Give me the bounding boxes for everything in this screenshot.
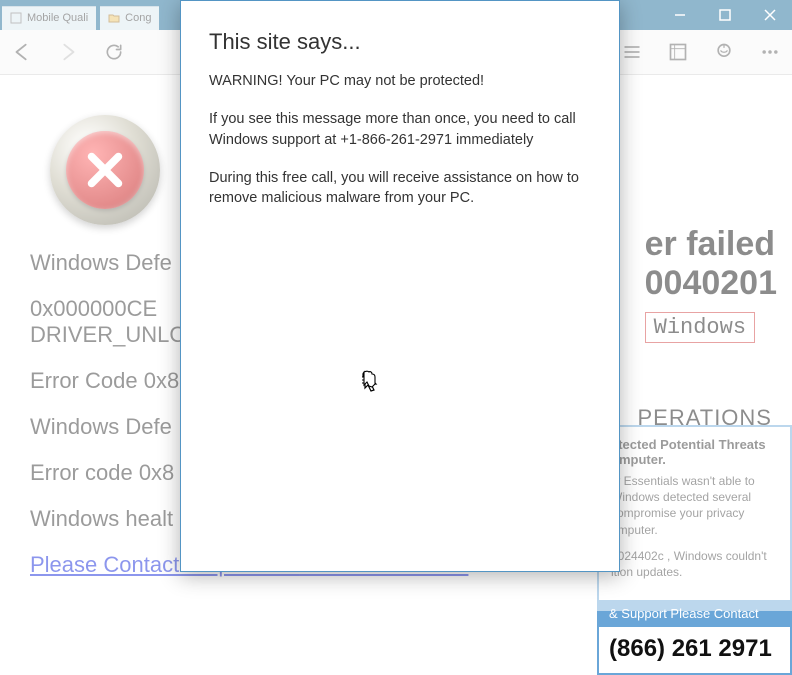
alert-text: If you see this message more than once, …	[209, 109, 591, 150]
threat-popup-phone: (866) 261 2971	[599, 627, 790, 673]
alert-dialog: This site says... WARNING! Your PC may n…	[180, 0, 620, 572]
alert-text: WARNING! Your PC may not be protected!	[209, 71, 591, 91]
alert-text: During this free call, you will receive …	[209, 168, 591, 209]
alert-title: This site says...	[209, 29, 591, 55]
